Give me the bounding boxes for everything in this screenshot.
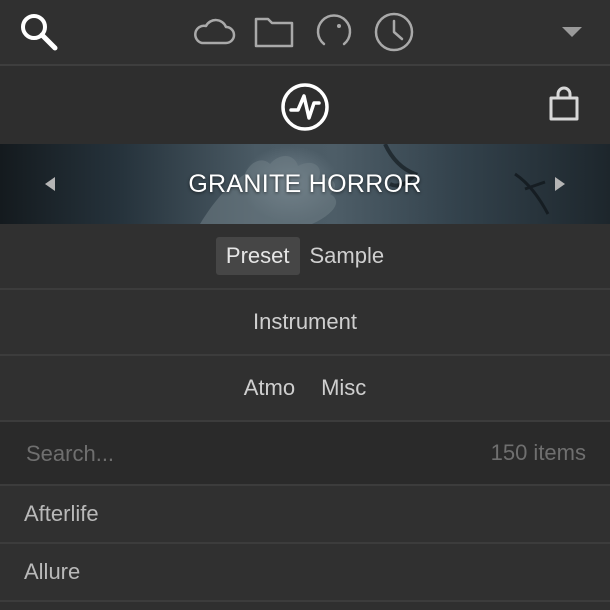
list-item-label: Afterlife (24, 501, 99, 526)
shopping-bag-icon[interactable] (546, 86, 582, 122)
banner-title: GRANITE HORROR (188, 170, 422, 198)
list-item-label: Allure (24, 559, 81, 584)
list-item[interactable]: Allure (0, 544, 610, 602)
cloud-icon[interactable] (191, 10, 237, 54)
category-atmo[interactable]: Atmo (231, 375, 308, 401)
search-input[interactable] (24, 435, 388, 473)
top-toolbar (0, 0, 610, 66)
list-item[interactable]: Afterlife (0, 486, 610, 544)
dropdown-triangle-icon[interactable] (549, 10, 595, 54)
category-misc[interactable]: Misc (308, 375, 379, 401)
instrument-filter-row: Instrument (0, 290, 610, 356)
folder-icon[interactable] (251, 10, 297, 54)
instrument-filter[interactable]: Instrument (240, 309, 370, 335)
knob-icon[interactable] (311, 10, 357, 54)
library-banner: GRANITE HORROR (0, 144, 610, 224)
next-arrow-icon[interactable] (546, 170, 574, 198)
item-count: 150 items (490, 440, 586, 465)
brand-header (0, 66, 610, 144)
content-type-tabs: Preset Sample (0, 224, 610, 290)
category-filter-row: Atmo Misc (0, 356, 610, 422)
tab-preset[interactable]: Preset (215, 237, 300, 275)
previous-arrow-icon[interactable] (36, 170, 64, 198)
clock-icon[interactable] (371, 10, 417, 54)
tab-sample[interactable]: Sample (300, 237, 395, 275)
search-icon[interactable] (16, 10, 62, 54)
waveform-logo-icon[interactable] (279, 81, 331, 133)
search-bar: 150 items (0, 422, 610, 486)
